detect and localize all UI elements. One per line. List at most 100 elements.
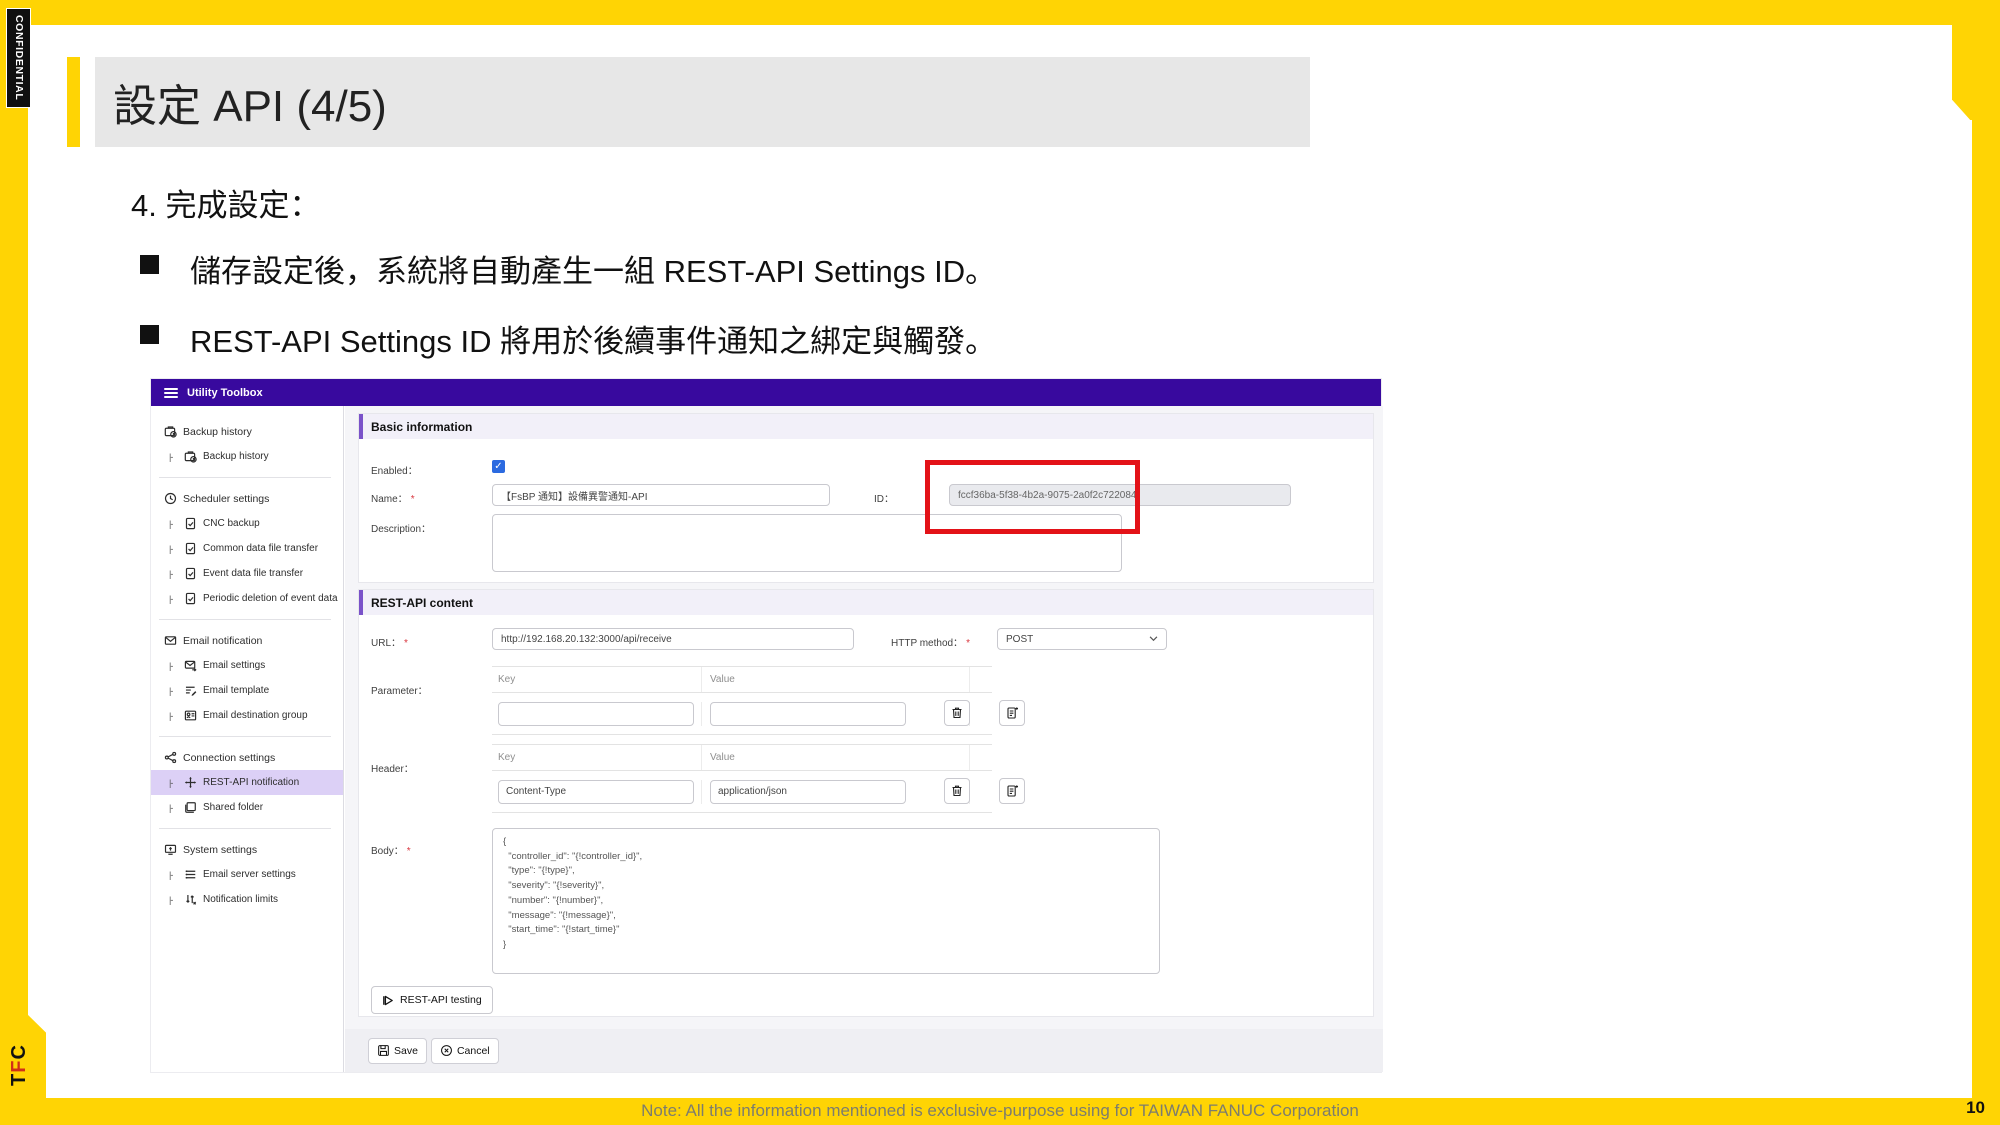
- email-send-icon: [184, 659, 197, 672]
- parameter-key-input[interactable]: [498, 702, 694, 726]
- sidebar-item-email-server-settings[interactable]: |- Email server settings: [151, 862, 343, 887]
- sidebar-item-backup-history-group[interactable]: Backup history: [151, 419, 343, 444]
- cancel-icon: [440, 1044, 453, 1057]
- header-table: Key Value: [492, 744, 992, 813]
- app-title: Utility Toolbox: [187, 387, 263, 399]
- sidebar-item-cnc-backup[interactable]: |- CNC backup: [151, 511, 343, 536]
- sidebar-item-notification-limits[interactable]: |- Notification limits: [151, 887, 343, 912]
- id-label: ID：: [874, 490, 894, 505]
- header-table-header: Key Value: [492, 745, 992, 771]
- section-header: REST-API content: [359, 590, 1373, 615]
- description-textarea[interactable]: [492, 514, 1122, 572]
- sidebar-item-label: Periodic deletion of event data: [203, 593, 338, 604]
- sidebar-item-label: Connection settings: [183, 752, 275, 764]
- section-title: Basic information: [371, 420, 472, 434]
- page-title: 設定 API (4/5): [95, 57, 1310, 147]
- http-method-select[interactable]: POST: [997, 628, 1167, 650]
- email-icon: [164, 634, 177, 647]
- sidebar: Backup history |- Backup history Schedul…: [151, 406, 344, 1072]
- add-header-row-button[interactable]: [999, 778, 1025, 804]
- tree-branch: |-: [169, 452, 178, 462]
- sidebar-item-connection-settings[interactable]: Connection settings: [151, 745, 343, 770]
- parameter-value-input[interactable]: [710, 702, 906, 726]
- description-label: Description：: [371, 520, 431, 535]
- add-parameter-row-button[interactable]: [999, 700, 1025, 726]
- server-lines-icon: [184, 868, 197, 881]
- template-pencil-icon: [184, 684, 197, 697]
- basic-information-card: Basic information Enabled： ✓ Name：* ID： …: [358, 413, 1374, 583]
- sidebar-item-label: Email server settings: [203, 869, 296, 880]
- frame-right: [1972, 0, 2000, 1125]
- key-column-header: Key: [492, 745, 702, 770]
- sidebar-item-event-data-file-transfer[interactable]: |- Event data file transfer: [151, 561, 343, 586]
- value-column-header: Value: [702, 745, 970, 770]
- section-title: REST-API content: [371, 596, 473, 610]
- tfc-logo: TFC: [8, 1030, 28, 1100]
- name-input[interactable]: [492, 484, 830, 506]
- save-icon: [377, 1044, 390, 1057]
- sidebar-item-scheduler-settings[interactable]: Scheduler settings: [151, 486, 343, 511]
- bullet-marker: [140, 255, 159, 274]
- sidebar-item-label: Backup history: [183, 426, 252, 438]
- delete-header-row-button[interactable]: [944, 778, 970, 804]
- document-check-icon: [184, 517, 197, 530]
- app-header: Utility Toolbox: [151, 379, 1381, 406]
- header-row: [492, 771, 992, 813]
- sidebar-item-label: System settings: [183, 844, 257, 856]
- sidebar-item-label: Backup history: [203, 451, 269, 462]
- cancel-button[interactable]: Cancel: [431, 1038, 499, 1064]
- sidebar-item-common-data-file-transfer[interactable]: |- Common data file transfer: [151, 536, 343, 561]
- header-label: Header：: [371, 760, 414, 775]
- body-label: Body：*: [371, 842, 411, 857]
- rest-api-testing-button[interactable]: REST-API testing: [371, 986, 493, 1014]
- sidebar-item-email-notification[interactable]: Email notification: [151, 628, 343, 653]
- sidebar-divider: [159, 477, 331, 478]
- document-check-icon: [184, 567, 197, 580]
- bullet-text: 儲存設定後，系統將自動產生一組 REST-API Settings ID。: [190, 246, 996, 291]
- hamburger-menu-icon[interactable]: [164, 388, 178, 398]
- sidebar-item-email-destination-group[interactable]: |- Email destination group: [151, 703, 343, 728]
- tree-branch: |-: [169, 711, 178, 721]
- utility-toolbox-app: Utility Toolbox Backup history |- Backup…: [150, 378, 1382, 1073]
- bullet-item: REST-API Settings ID 將用於後續事件通知之綁定與觸發。: [140, 316, 996, 361]
- api-move-icon: [184, 776, 197, 789]
- share-nodes-icon: [164, 751, 177, 764]
- sidebar-item-label: Scheduler settings: [183, 493, 269, 505]
- tree-branch: |-: [169, 686, 178, 696]
- shared-folder-icon: [184, 801, 197, 814]
- frame-corner-top-right: [1952, 0, 2000, 120]
- sidebar-item-periodic-deletion[interactable]: |- Periodic deletion of event data: [151, 586, 343, 611]
- enabled-checkbox[interactable]: ✓: [492, 460, 505, 473]
- clock-icon: [164, 492, 177, 505]
- tfc-t: T: [8, 1073, 30, 1086]
- header-key-input[interactable]: [498, 780, 694, 804]
- frame-top: [0, 0, 2000, 25]
- save-label: Save: [394, 1045, 418, 1057]
- header-value-input[interactable]: [710, 780, 906, 804]
- testing-button-label: REST-API testing: [400, 994, 482, 1006]
- sidebar-item-email-template[interactable]: |- Email template: [151, 678, 343, 703]
- http-method-label: HTTP method：*: [891, 634, 970, 649]
- trash-icon: [950, 784, 964, 798]
- url-input[interactable]: [492, 628, 854, 650]
- tree-branch: |-: [169, 870, 178, 880]
- delete-parameter-row-button[interactable]: [944, 700, 970, 726]
- document-check-icon: [184, 542, 197, 555]
- sidebar-item-backup-history[interactable]: |- Backup history: [151, 444, 343, 469]
- save-button[interactable]: Save: [368, 1038, 427, 1064]
- parameter-table: Key Value: [492, 666, 992, 735]
- confidential-badge: CONFIDENTIAL: [6, 8, 31, 108]
- sidebar-item-system-settings[interactable]: System settings: [151, 837, 343, 862]
- body-textarea[interactable]: { "controller_id": "{!controller_id}", "…: [492, 828, 1160, 974]
- backup-history-icon: [184, 450, 197, 463]
- sidebar-item-label: Event data file transfer: [203, 568, 303, 579]
- tree-branch: |-: [169, 778, 178, 788]
- play-icon: [382, 994, 395, 1007]
- sidebar-item-shared-folder[interactable]: |- Shared folder: [151, 795, 343, 820]
- bullet-marker: [140, 325, 159, 344]
- sidebar-item-email-settings[interactable]: |- Email settings: [151, 653, 343, 678]
- id-input: [949, 484, 1291, 506]
- sidebar-item-rest-api-notification[interactable]: |- REST-API notification: [151, 770, 343, 795]
- slide: CONFIDENTIAL TFC 設定 API (4/5) 4. 完成設定： 儲…: [0, 0, 2000, 1125]
- key-column-header: Key: [492, 667, 702, 692]
